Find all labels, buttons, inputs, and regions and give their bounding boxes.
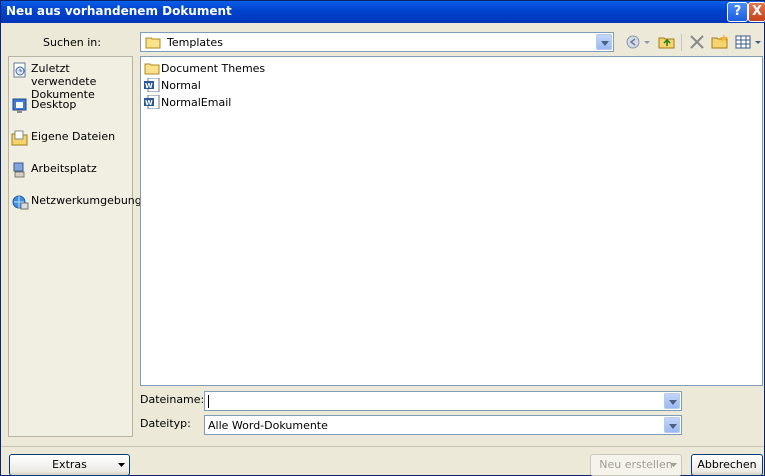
bottom-divider <box>1 446 764 447</box>
list-item[interactable]: W Normal <box>144 77 201 93</box>
new-folder-icon[interactable] <box>711 34 729 50</box>
views-dropdown-icon[interactable] <box>754 34 762 50</box>
window-title: Neu aus vorhandenem Dokument <box>6 4 232 18</box>
place-my-documents[interactable]: Eigene Dateien <box>11 130 132 146</box>
lookin-value: Templates <box>167 36 223 49</box>
chevron-down-icon[interactable] <box>596 34 612 50</box>
recent-documents-icon <box>13 62 26 78</box>
place-desktop[interactable]: Desktop <box>11 98 132 114</box>
views-icon[interactable] <box>735 34 753 50</box>
extras-button[interactable]: Extras <box>9 454 130 476</box>
help-button[interactable]: ? <box>727 2 748 22</box>
up-folder-icon[interactable] <box>658 34 676 50</box>
places-bar: Zuletzt verwendete Dokumente Desktop Eig… <box>8 56 142 437</box>
place-label: Zuletzt verwendete Dokumente <box>31 62 97 101</box>
filename-label: Dateiname: <box>140 393 205 406</box>
place-recent-documents[interactable]: Zuletzt verwendete Dokumente <box>11 62 132 101</box>
cancel-button[interactable]: Abbrechen <box>691 454 763 476</box>
cancel-label: Abbrechen <box>697 458 757 471</box>
filetype-label: Dateityp: <box>140 417 191 430</box>
lookin-dropdown[interactable]: Templates <box>140 32 614 52</box>
back-icon[interactable] <box>625 34 643 50</box>
list-item[interactable]: W NormalEmail <box>144 94 231 110</box>
word-document-icon: W <box>144 78 160 92</box>
list-item[interactable]: Document Themes <box>144 60 265 76</box>
filename-input[interactable] <box>204 391 682 411</box>
file-name: Document Themes <box>161 61 266 75</box>
folder-icon <box>145 37 161 49</box>
close-button[interactable]: X <box>748 2 765 22</box>
extras-label: Extras <box>52 458 87 471</box>
file-name: Normal <box>161 78 201 92</box>
delete-icon[interactable] <box>688 34 706 50</box>
folder-icon <box>144 63 160 75</box>
create-button[interactable]: Neu erstellen <box>590 454 682 476</box>
network-places-icon <box>12 195 29 210</box>
text-cursor <box>208 395 209 408</box>
back-dropdown-icon[interactable] <box>643 34 651 50</box>
file-list[interactable]: Document Themes W Normal W NormalEmail <box>140 56 763 386</box>
lookin-label: Suchen in: <box>43 36 101 49</box>
place-label: Arbeitsplatz <box>31 162 97 175</box>
filetype-value: Alle Word-Dokumente <box>208 419 328 432</box>
open-dialog-window: Neu aus vorhandenem Dokument ? X Suchen … <box>0 0 765 476</box>
place-label: Eigene Dateien <box>31 130 116 143</box>
filetype-dropdown[interactable]: Alle Word-Dokumente <box>204 415 682 435</box>
place-network[interactable]: Netzwerkumgebung <box>11 194 142 210</box>
word-document-icon: W <box>144 95 160 109</box>
my-documents-icon <box>11 130 28 146</box>
svg-text:W: W <box>145 82 153 90</box>
place-label: Desktop <box>31 98 77 111</box>
file-name: NormalEmail <box>161 95 232 109</box>
my-computer-icon <box>13 162 25 178</box>
chevron-down-icon[interactable] <box>664 393 680 409</box>
svg-text:W: W <box>145 99 153 107</box>
desktop-icon <box>12 98 27 113</box>
place-label: Netzwerkumgebung <box>31 194 142 207</box>
chevron-down-icon <box>670 463 677 467</box>
place-my-computer[interactable]: Arbeitsplatz <box>11 162 132 178</box>
title-bar[interactable]: Neu aus vorhandenem Dokument ? X <box>1 1 765 23</box>
chevron-down-icon[interactable] <box>664 417 680 433</box>
chevron-down-icon <box>118 463 125 467</box>
toolbar-divider <box>681 34 682 51</box>
create-label: Neu erstellen <box>599 458 673 471</box>
